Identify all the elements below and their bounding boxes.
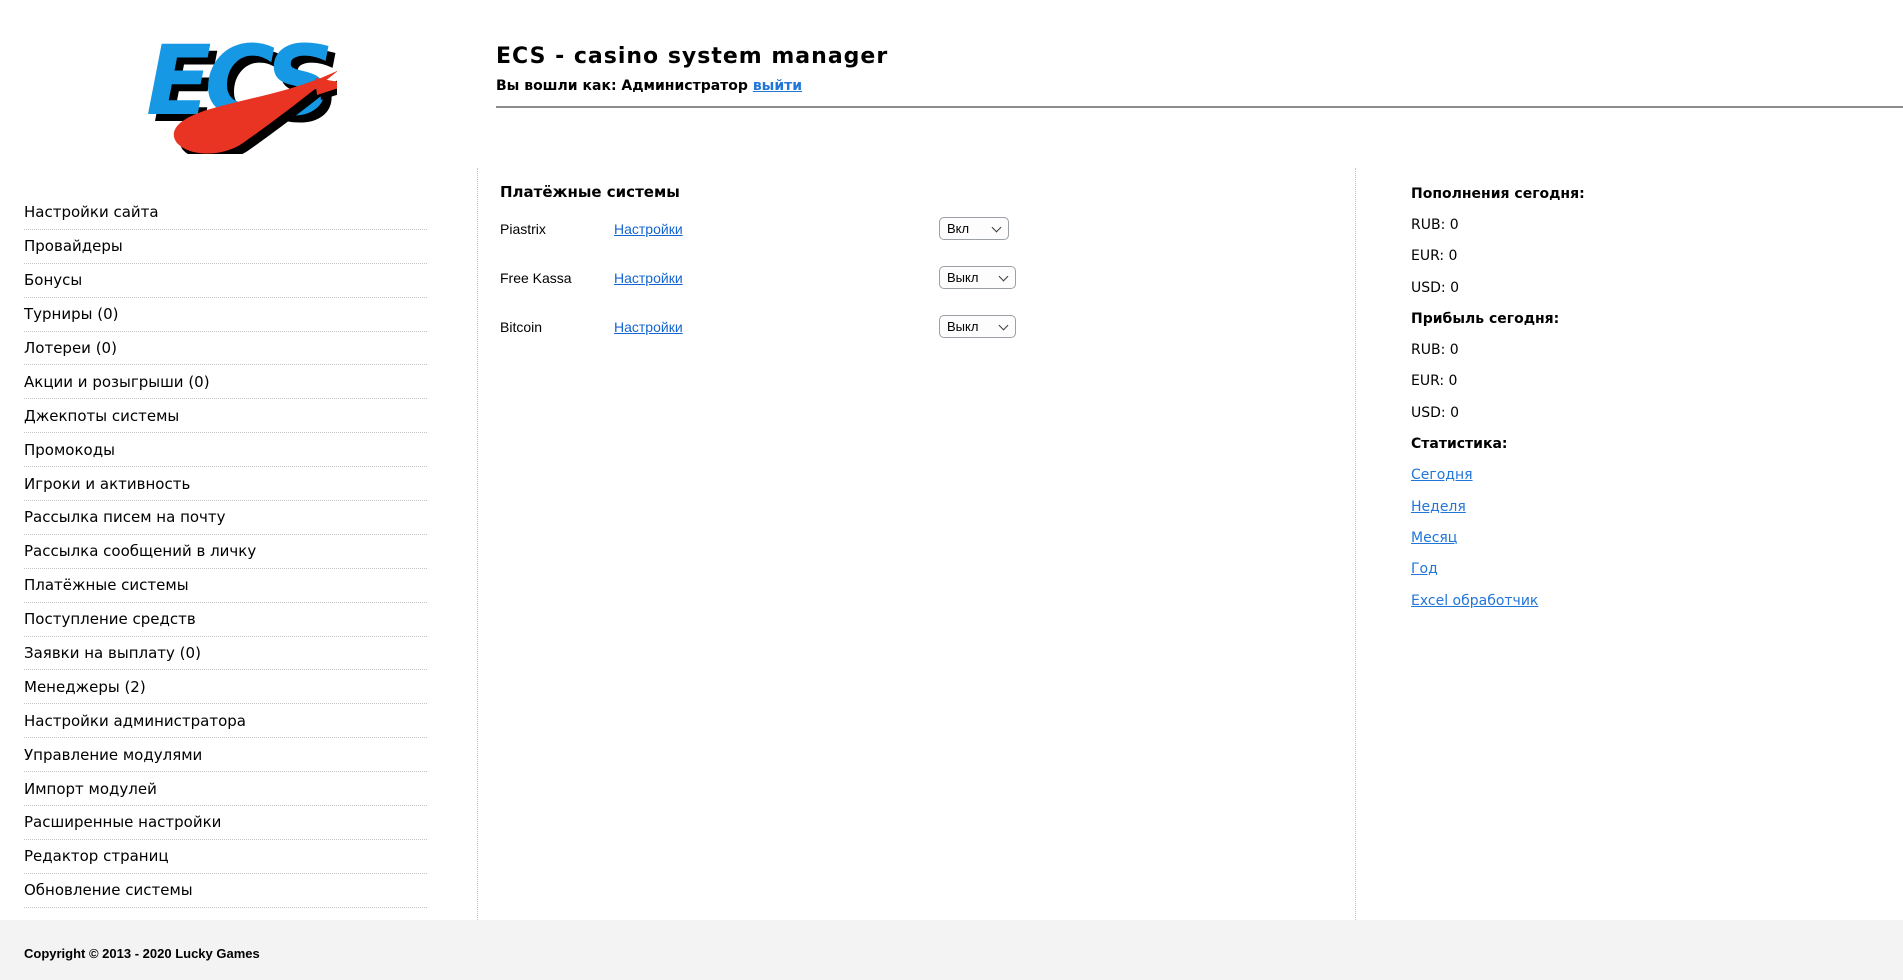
deposits-usd: USD: 0 [1411, 279, 1459, 296]
header-divider [496, 106, 1903, 108]
sidebar-item-lotteries[interactable]: Лотереи (0) [24, 332, 427, 366]
sidebar-item-tournaments[interactable]: Турниры (0) [24, 298, 427, 332]
profit-usd: USD: 0 [1411, 404, 1459, 421]
sidebar-item-providers[interactable]: Провайдеры [24, 230, 427, 264]
copyright-text: Copyright © 2013 - 2020 Lucky Games [24, 946, 260, 961]
logged-in-label: Вы вошли как: Администратор [496, 78, 748, 94]
sidebar-item-module-import[interactable]: Импорт модулей [24, 772, 427, 807]
payment-row-piastrix: Piastrix Настройки Вкл [500, 204, 1340, 253]
sidebar-item-players-activity[interactable]: Игроки и активность [24, 467, 427, 502]
main-stats-divider [1355, 168, 1356, 920]
profit-today-title: Прибыль сегодня: [1411, 310, 1560, 327]
payment-systems-panel: Платёжные системы Piastrix Настройки Вкл… [500, 183, 1340, 351]
ecs-logo-icon: ECS ECS [146, 25, 355, 161]
logged-in-status: Вы вошли как: Администратор выйти [496, 78, 802, 94]
sidebar-item-payout-requests[interactable]: Заявки на выплату (0) [24, 637, 427, 671]
sidebar-item-bonuses[interactable]: Бонусы [24, 264, 427, 298]
payment-rows: Piastrix Настройки Вкл Free Kassa Настро… [500, 204, 1340, 351]
logout-link[interactable]: выйти [753, 78, 802, 94]
sidebar-item-page-editor[interactable]: Редактор страниц [24, 840, 427, 874]
piastrix-state-select[interactable]: Вкл [939, 217, 1009, 240]
deposits-rub: RUB: 0 [1411, 216, 1459, 233]
sidebar-item-email-mailing[interactable]: Рассылка писем на почту [24, 501, 427, 535]
bitcoin-settings-link[interactable]: Настройки [614, 319, 683, 335]
stats-link-today[interactable]: Сегодня [1411, 467, 1473, 483]
profit-rub: RUB: 0 [1411, 342, 1459, 359]
sidebar-item-promocodes[interactable]: Промокоды [24, 433, 427, 468]
stats-link-excel[interactable]: Excel обработчик [1411, 593, 1538, 609]
stats-panel: Пополнения сегодня: RUB: 0 EUR: 0 USD: 0… [1411, 178, 1881, 616]
bitcoin-state-select[interactable]: Выкл [939, 315, 1016, 338]
freekassa-state-select[interactable]: Выкл [939, 266, 1016, 289]
statistics-title: Статистика: [1411, 436, 1508, 453]
stats-link-year[interactable]: Год [1411, 561, 1438, 577]
sidebar-item-promotions[interactable]: Акции и розыгрыши (0) [24, 365, 427, 400]
piastrix-settings-link[interactable]: Настройки [614, 221, 683, 237]
page-title: ECS - casino system manager [496, 44, 889, 69]
sidebar-item-module-manage[interactable]: Управление модулями [24, 738, 427, 773]
sidebar-item-incoming-funds[interactable]: Поступление средств [24, 603, 427, 637]
deposits-today-title: Пополнения сегодня: [1411, 185, 1585, 202]
payment-row-bitcoin: Bitcoin Настройки Выкл [500, 302, 1340, 351]
ecs-logo: ECS ECS [137, 20, 355, 161]
sidebar-main-divider [477, 168, 478, 920]
footer: Copyright © 2013 - 2020 Lucky Games [0, 920, 1903, 980]
sidebar-item-managers[interactable]: Менеджеры (2) [24, 670, 427, 705]
payment-name: Free Kassa [500, 269, 572, 286]
stats-link-month[interactable]: Месяц [1411, 530, 1457, 546]
profit-eur: EUR: 0 [1411, 373, 1458, 390]
freekassa-settings-link[interactable]: Настройки [614, 270, 683, 286]
payment-row-freekassa: Free Kassa Настройки Выкл [500, 253, 1340, 302]
sidebar-item-pm-mailing[interactable]: Рассылка сообщений в личку [24, 535, 427, 569]
sidebar-item-payment-systems[interactable]: Платёжные системы [24, 569, 427, 603]
stats-link-week[interactable]: Неделя [1411, 499, 1466, 515]
sidebar-item-jackpots[interactable]: Джекпоты системы [24, 399, 427, 434]
sidebar-item-site-settings[interactable]: Настройки сайта [24, 196, 427, 230]
sidebar-item-system-update[interactable]: Обновление системы [24, 874, 427, 908]
payment-systems-title: Платёжные системы [500, 183, 680, 201]
deposits-eur: EUR: 0 [1411, 248, 1458, 265]
payment-name: Piastrix [500, 220, 546, 237]
payment-name: Bitcoin [500, 318, 543, 335]
sidebar-menu: Настройки сайта Провайдеры Бонусы Турнир… [24, 196, 427, 908]
sidebar-item-admin-settings[interactable]: Настройки администратора [24, 704, 427, 739]
sidebar-item-advanced-settings[interactable]: Расширенные настройки [24, 806, 427, 840]
